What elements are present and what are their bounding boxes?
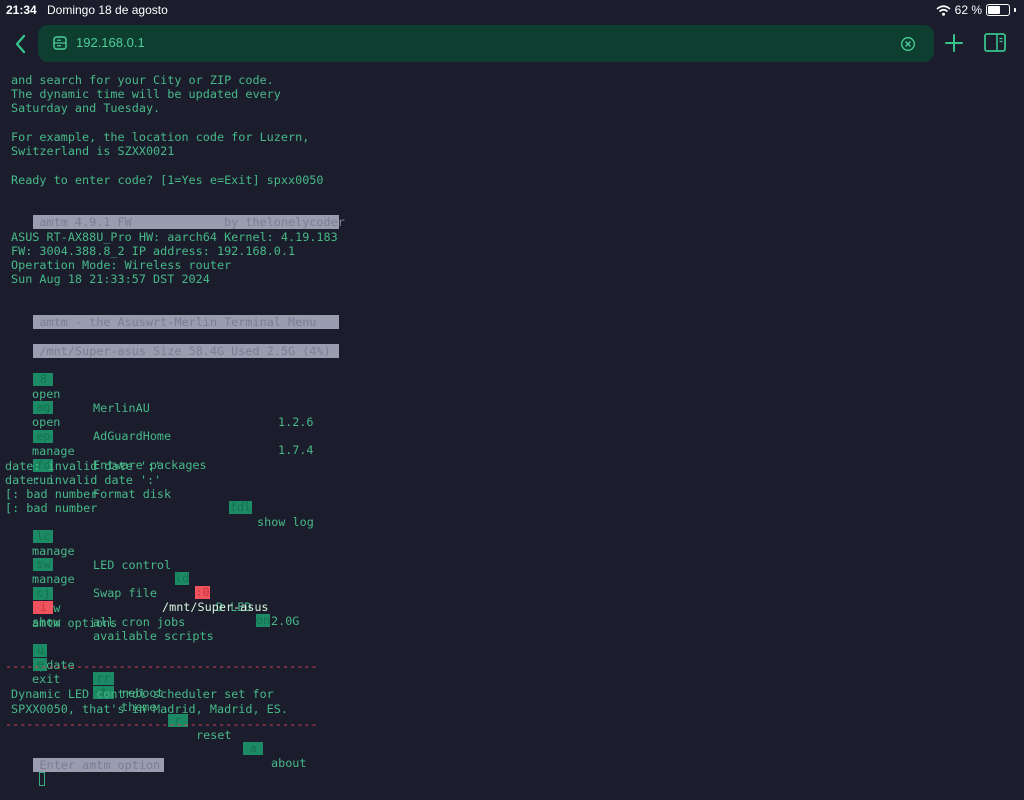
- url-text[interactable]: 192.168.0.1: [76, 35, 145, 50]
- menu-item-format-disk[interactable]: fd run Format disk fdl show log: [5, 445, 314, 530]
- menu-label: show log: [257, 515, 314, 529]
- battery-percent: 62 %: [954, 3, 982, 17]
- banner-text: amtm 4.9.1 FW by thelonelycoder: [33, 215, 345, 229]
- terminal-line: and search for your City or ZIP code.: [11, 73, 274, 87]
- new-tab-plus-icon[interactable]: [943, 32, 965, 54]
- menu-item-entware[interactable]: ep manage Entware packages: [5, 416, 207, 473]
- menu-item-merlinau[interactable]: 8 open MerlinAU 1.2.6: [5, 359, 314, 430]
- sysinfo-line: ASUS RT-AX88U_Pro HW: aarch64 Kernel: 4.…: [11, 230, 338, 244]
- menu-label: available scripts: [93, 629, 214, 643]
- led-key[interactable]: ld: [175, 572, 189, 585]
- browser-toolbar: 192.168.0.1: [0, 24, 1024, 64]
- option-label-exit: exit: [32, 672, 61, 686]
- prompt-label: Enter amtm option: [33, 758, 165, 772]
- separator-line: ----------------------------------------…: [5, 659, 318, 673]
- terminal-output[interactable]: and search for your City or ZIP code. Th…: [5, 72, 1019, 786]
- amtm-version-banner: amtm 4.9.1 FW by thelonelycoder: [5, 201, 345, 229]
- terminal-line: Switzerland is SZXX0021: [11, 144, 175, 158]
- banner-text: /mnt/Super-asus Size 58.4G Used 2.5G (4%…: [33, 344, 340, 358]
- option-key-about[interactable]: a: [243, 742, 263, 755]
- error-line: [: bad number: [5, 501, 98, 515]
- amtm-title-banner: amtm - the Asuswrt-Merlin Terminal Menu: [5, 301, 340, 329]
- clear-url-icon[interactable]: [900, 36, 916, 52]
- terminal-line: Saturday and Tuesday.: [11, 101, 161, 115]
- menu-key-show-log[interactable]: fdl: [229, 501, 252, 514]
- terminal-line: The dynamic time will be updated every: [11, 87, 281, 101]
- led-on-key[interactable]: on: [256, 614, 270, 627]
- separator-line: ----------------------------------------…: [5, 717, 318, 731]
- menu-key[interactable]: i: [33, 601, 54, 614]
- status-message-line: Dynamic LED control scheduler set for: [11, 687, 274, 701]
- sysinfo-line: FW: 3004.388.8_2 IP address: 192.168.0.1: [11, 244, 296, 258]
- disk-usage-banner: /mnt/Super-asus Size 58.4G Used 2.5G (4%…: [5, 330, 340, 358]
- menu-version: 1.7.4: [278, 443, 314, 457]
- option-key-reboot[interactable]: rr: [93, 672, 114, 685]
- swap-path: /mnt/Super-asus: [162, 600, 269, 614]
- sysinfo-line: Operation Mode: Wireless router: [11, 258, 232, 272]
- status-indicators: 62 %: [936, 3, 1016, 17]
- led-status-key[interactable]: :0: [195, 586, 210, 599]
- menu-label: MerlinAU: [93, 401, 150, 415]
- battery-icon: [986, 4, 1010, 16]
- error-line: date: invalid date ':': [5, 459, 162, 473]
- options-row-2: e exit t theme r reset a about: [5, 644, 307, 771]
- menu-label: Format disk: [93, 487, 172, 501]
- error-line: [: bad number: [5, 487, 98, 501]
- battery-level: [988, 6, 1001, 14]
- status-time: 21:34: [6, 3, 37, 17]
- swap-size: 2.0G: [271, 614, 300, 628]
- menu-key[interactable]: 8: [33, 373, 54, 386]
- status-date: Domingo 18 de agosto: [47, 3, 168, 17]
- terminal-line: Ready to enter code? [1=Yes e=Exit] spxx…: [11, 173, 324, 187]
- sysinfo-line: Sun Aug 18 21:33:57 DST 2024: [11, 272, 210, 286]
- menu-key[interactable]: ep: [33, 430, 54, 443]
- menu-label: LED control: [93, 558, 172, 572]
- server-icon: [53, 36, 67, 50]
- menu-label: AdGuardHome: [93, 429, 172, 443]
- menu-item-cron-jobs[interactable]: cj show all cron jobs: [5, 573, 185, 630]
- menu-version: 1.2.6: [278, 415, 314, 429]
- options-row-1: u update rr reboot: [5, 630, 164, 701]
- option-prompt[interactable]: Enter amtm option: [5, 744, 165, 786]
- back-chevron-icon[interactable]: [10, 30, 30, 58]
- menu-item-adguardhome[interactable]: ag open AdGuardHome 1.7.4: [5, 387, 314, 458]
- banner-text: amtm - the Asuswrt-Merlin Terminal Menu: [33, 315, 340, 329]
- menu-item-swap-file[interactable]: sw manage Swap file /mnt/Super-asus 2.0G: [5, 544, 299, 629]
- sidebar-tabs-icon[interactable]: [983, 32, 1007, 54]
- menu-key[interactable]: lc: [33, 530, 54, 543]
- options-title: amtm options: [32, 616, 118, 630]
- menu-label: Swap file: [93, 586, 157, 600]
- terminal-cursor[interactable]: [39, 772, 46, 786]
- menu-key[interactable]: sw: [33, 558, 54, 571]
- menu-item-led-control[interactable]: lc manage LED control ld :0 D LED on: [5, 516, 270, 627]
- terminal-line: For example, the location code for Luzer…: [11, 130, 310, 144]
- menu-item-available-scripts[interactable]: i show available scripts: [5, 587, 214, 644]
- battery-tip: [1014, 8, 1016, 12]
- error-line: date: invalid date ':': [5, 473, 162, 487]
- address-bar[interactable]: 192.168.0.1: [38, 25, 934, 62]
- status-message-line: SPXX0050, that's in Madrid, Madrid, ES.: [11, 702, 288, 716]
- status-bar: 21:34 Domingo 18 de agosto 62 %: [0, 0, 1024, 20]
- menu-key[interactable]: ag: [33, 401, 54, 414]
- wifi-icon: [936, 4, 951, 16]
